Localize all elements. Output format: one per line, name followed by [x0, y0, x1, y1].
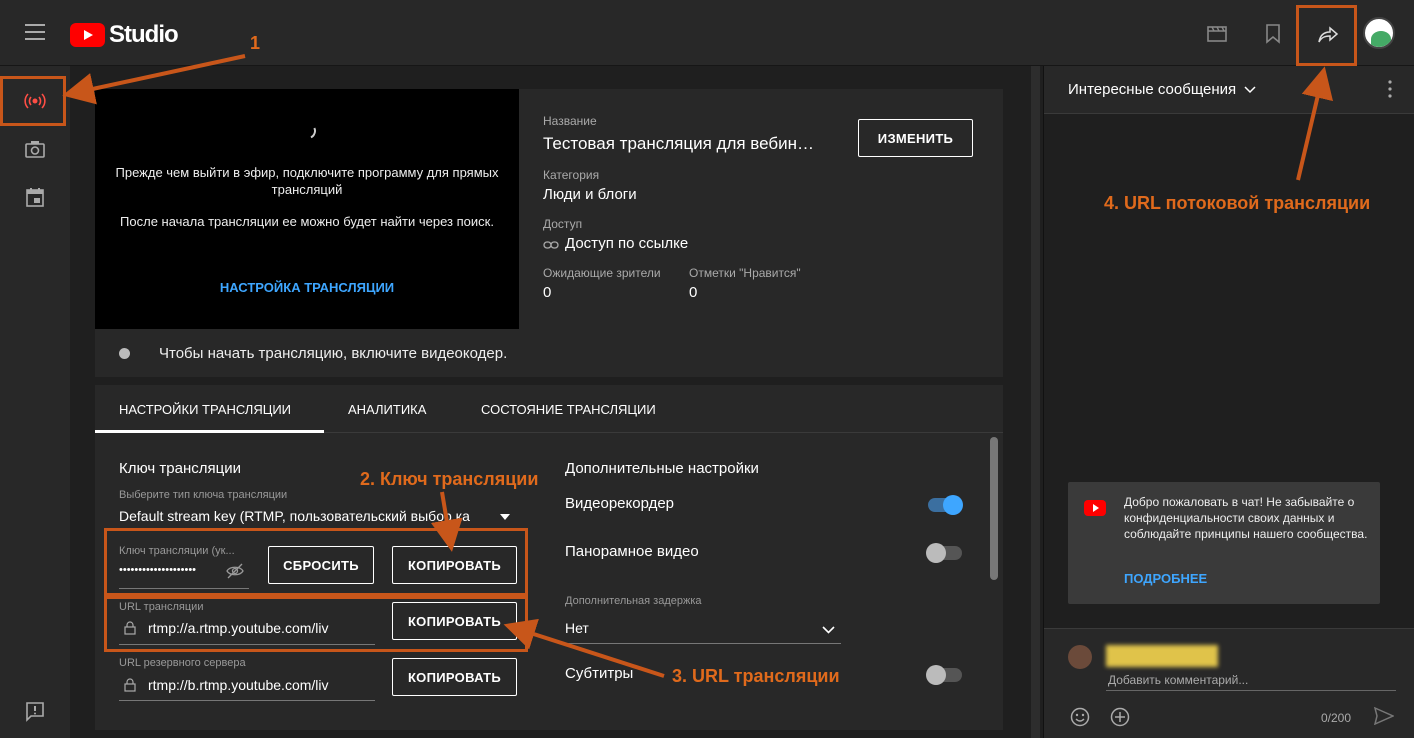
annotation-arrows [62, 54, 1333, 678]
